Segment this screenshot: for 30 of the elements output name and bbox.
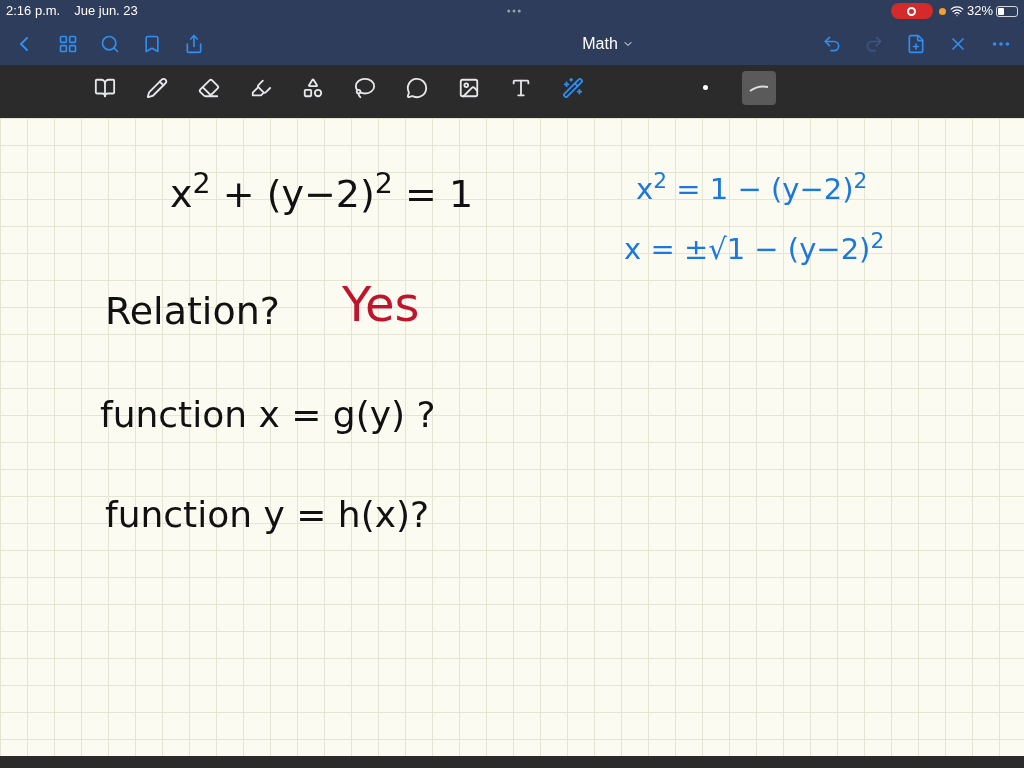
speech-bubble-icon (406, 76, 428, 99)
bookmark-icon[interactable] (142, 33, 162, 54)
document-title[interactable]: Math (582, 31, 634, 56)
status-time: 2:16 p.m. (6, 2, 61, 21)
mic-indicator-icon (938, 7, 946, 15)
handwritten-text: Relation? (105, 288, 280, 335)
handwritten-text: function y = h(x)? (105, 493, 430, 537)
book-icon (94, 76, 116, 99)
status-date: Jue jun. 23 (74, 2, 138, 21)
battery-percent: 32% (966, 2, 993, 21)
wand-icon (562, 76, 584, 99)
handwritten-text: x$^{2}$ + (y−2)$^{2}$ = 1 (170, 166, 474, 218)
handwritten-text: x$^{2}$ = 1 − (y−2)$^{2}$ (636, 168, 868, 208)
grid-icon[interactable] (58, 33, 78, 54)
add-page-icon[interactable] (906, 33, 926, 54)
lasso-icon (354, 76, 376, 99)
handwritten-text: function x = g(y) ? (100, 393, 436, 437)
image-icon (458, 76, 480, 99)
search-icon[interactable] (100, 33, 120, 54)
share-icon[interactable] (184, 33, 204, 54)
pen-icon (146, 76, 168, 99)
shapes-icon (302, 76, 324, 99)
undo-icon[interactable] (822, 33, 842, 54)
recording-indicator (890, 3, 933, 19)
wifi-icon (949, 4, 964, 18)
battery-icon (996, 5, 1018, 17)
eraser-icon (198, 76, 220, 99)
handwritten-text: x = ±√1 − (y−2)$^{2}$ (624, 228, 885, 268)
handwritten-text: Yes (342, 275, 420, 334)
stroke-style-button[interactable] (742, 70, 776, 105)
